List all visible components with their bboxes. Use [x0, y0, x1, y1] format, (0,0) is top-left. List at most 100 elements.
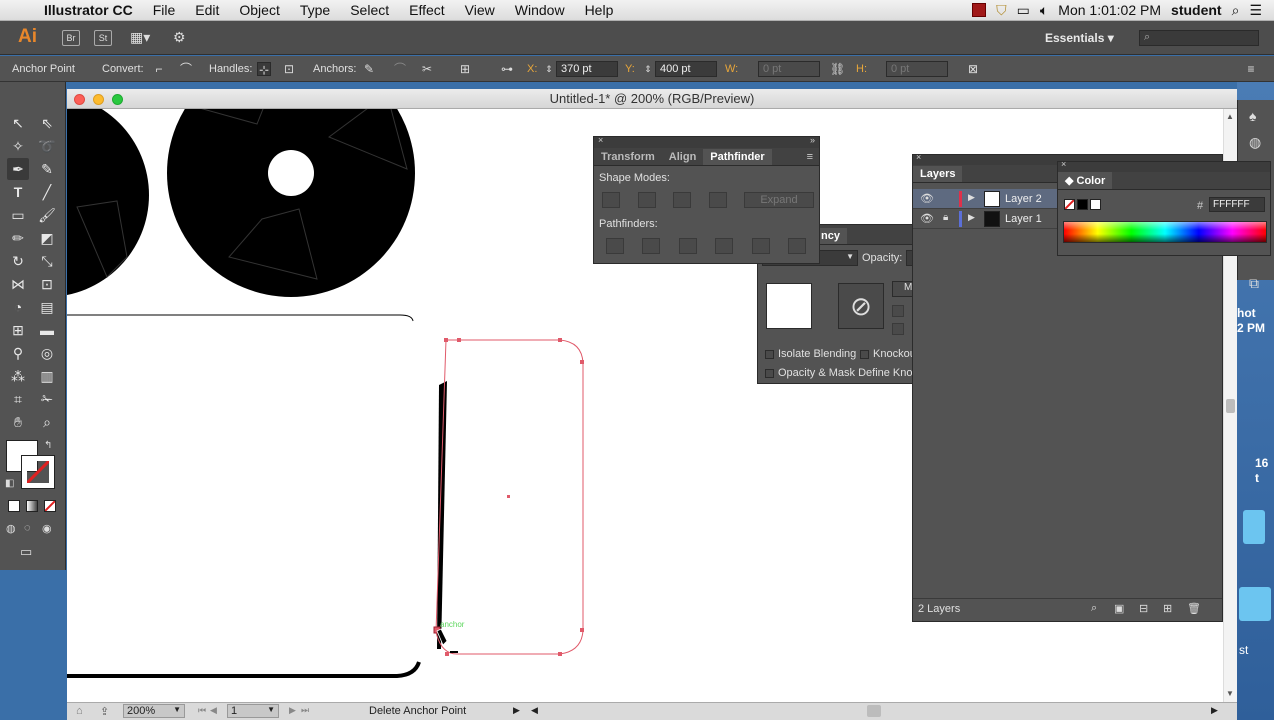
zoom-level-select[interactable]: 200% ▼ [123, 704, 185, 718]
sliver-shape[interactable] [437, 381, 447, 649]
menu-window[interactable]: Window [505, 2, 575, 18]
rotate-tool-icon[interactable]: ↻ [7, 250, 29, 272]
tab-transform[interactable]: Transform [594, 149, 662, 165]
perspective-grid-tool-icon[interactable]: ▤ [36, 296, 58, 318]
trim-icon[interactable] [642, 238, 660, 254]
divide-icon[interactable] [606, 238, 624, 254]
libraries-icon[interactable]: ♠ [1249, 108, 1256, 124]
share-icon[interactable]: ⇪ [100, 705, 109, 718]
menu-edit[interactable]: Edit [185, 2, 229, 18]
remove-anchor-icon[interactable]: ✎ [362, 62, 376, 76]
w-field[interactable]: 0 pt [758, 61, 820, 77]
delete-layer-icon[interactable]: 🗑︎ [1187, 602, 1201, 615]
selection-tool-icon[interactable]: ↖ [7, 112, 29, 134]
status-menu-icon[interactable]: ▶ [513, 705, 520, 716]
swap-fill-stroke-icon[interactable]: ↰ [44, 440, 52, 451]
y-field[interactable]: 400 pt [655, 61, 717, 77]
menu-select[interactable]: Select [340, 2, 399, 18]
last-artboard-icon[interactable]: ⏭ [301, 705, 309, 716]
prev-artboard-icon[interactable]: ◀ [210, 705, 217, 716]
magic-wand-tool-icon[interactable]: ✧ [7, 135, 29, 157]
lock-icon[interactable]: 🔒︎ [943, 212, 948, 223]
no-mask-icon[interactable]: ⊘ [838, 283, 884, 329]
connect-anchors-icon[interactable]: ⌒ [393, 62, 407, 76]
control-panel-menu-icon[interactable]: ≡ [1244, 62, 1258, 76]
menu-effect[interactable]: Effect [399, 2, 455, 18]
transform-icon[interactable]: ⊠ [966, 62, 980, 76]
paintbrush-tool-icon[interactable]: 🖌︎ [36, 204, 58, 226]
draw-inside-icon[interactable]: ◉ [42, 522, 52, 535]
new-layer-icon[interactable]: ⊞ [1163, 602, 1172, 615]
shape-builder-tool-icon[interactable]: ◔ [7, 296, 29, 318]
cassette-bottom[interactable] [67, 661, 421, 678]
menu-view[interactable]: View [455, 2, 505, 18]
intersect-icon[interactable] [673, 192, 691, 208]
constrain-proportions-icon[interactable]: ⛓ [830, 62, 845, 76]
close-color-icon[interactable]: × [1061, 159, 1066, 169]
spotlight-icon[interactable]: ⌕ [1232, 2, 1240, 19]
clock-text[interactable]: Mon 1:01:02 PM [1058, 2, 1161, 18]
draw-normal-icon[interactable]: ◍ [6, 522, 16, 535]
x-stepper-icon[interactable]: ⇕ [542, 62, 556, 76]
free-transform-tool-icon[interactable]: ⊡ [36, 273, 58, 295]
artboard-number-select[interactable]: 1 ▼ [227, 704, 279, 718]
tab-color[interactable]: ◆ Color [1058, 172, 1113, 189]
help-search-input[interactable]: ⌕ [1139, 30, 1259, 46]
direct-selection-tool-icon[interactable]: ⇖ [36, 112, 58, 134]
knockout-group-option[interactable]: Knockou [860, 348, 916, 360]
white-swatch[interactable] [1090, 199, 1101, 210]
bridge-button[interactable]: Br [62, 30, 80, 46]
type-tool-icon[interactable]: T [7, 181, 29, 203]
column-graph-tool-icon[interactable]: ▥ [36, 365, 58, 387]
left-reel[interactable] [67, 109, 149, 297]
layer-name[interactable]: Layer 2 [1005, 193, 1042, 205]
menu-help[interactable]: Help [575, 2, 624, 18]
scroll-down-icon[interactable]: ▼ [1226, 689, 1234, 698]
visibility-eye-icon[interactable]: 👁︎ [920, 212, 934, 225]
exclude-icon[interactable] [709, 192, 727, 208]
cut-path-icon[interactable]: ✂ [420, 62, 434, 76]
menu-object[interactable]: Object [229, 2, 289, 18]
layer-name[interactable]: Layer 1 [1005, 213, 1042, 225]
isolate-blending-checkbox[interactable] [765, 349, 774, 359]
close-panel-icon[interactable]: × [598, 135, 603, 145]
rectangle-tool-icon[interactable]: ▭ [7, 204, 29, 226]
tab-layers[interactable]: Layers [913, 166, 963, 182]
cassette-body[interactable] [67, 314, 414, 322]
pen-tool-icon[interactable]: ✒ [7, 158, 29, 180]
tab-pathfinder[interactable]: Pathfinder [703, 149, 772, 165]
clip-checkbox[interactable] [892, 305, 904, 317]
minus-back-icon[interactable] [788, 238, 806, 254]
scroll-right-icon[interactable]: ▶ [1211, 705, 1218, 716]
minimize-window-button[interactable] [93, 94, 104, 105]
shield-icon[interactable]: ⛉ [996, 2, 1007, 19]
desktop-file-icon[interactable] [1243, 510, 1265, 544]
vertical-scroll-thumb[interactable] [1226, 399, 1235, 413]
new-sublayer-icon[interactable]: ⊟ [1139, 602, 1148, 615]
none-mode-icon[interactable] [44, 500, 56, 512]
draw-behind-icon[interactable]: ◌ [24, 522, 31, 534]
knockout-group-checkbox[interactable] [860, 349, 869, 359]
stock-button[interactable]: St [94, 30, 112, 46]
selected-path[interactable] [433, 338, 584, 656]
collapse-panel-icon[interactable]: » [810, 135, 815, 145]
eyedropper-tool-icon[interactable]: ⚲ [7, 342, 29, 364]
first-artboard-icon[interactable]: ⏮ [198, 705, 206, 716]
volume-icon[interactable]: 🔈︎ [1040, 2, 1048, 19]
black-swatch[interactable] [1077, 199, 1088, 210]
h-field[interactable]: 0 pt [886, 61, 948, 77]
gradient-mode-icon[interactable] [26, 500, 38, 512]
close-layers-icon[interactable]: × [916, 152, 921, 162]
outline-icon[interactable] [752, 238, 770, 254]
appearance-icon[interactable]: ◍ [1249, 134, 1261, 151]
hex-field[interactable]: FFFFFF [1209, 197, 1265, 212]
color-spectrum[interactable] [1063, 221, 1267, 243]
expand-layer-icon[interactable]: ▶ [968, 212, 975, 223]
line-tool-icon[interactable]: ╱ [36, 181, 58, 203]
desktop-folder-icon[interactable] [1239, 587, 1271, 621]
unite-icon[interactable] [602, 192, 620, 208]
locate-object-icon[interactable]: ⌕ [1091, 602, 1097, 615]
show-handles-icon[interactable]: ⊹ [257, 62, 271, 77]
artboard-nav-icon[interactable]: ⌂ [76, 705, 83, 717]
lasso-tool-icon[interactable]: ➰ [36, 135, 58, 157]
